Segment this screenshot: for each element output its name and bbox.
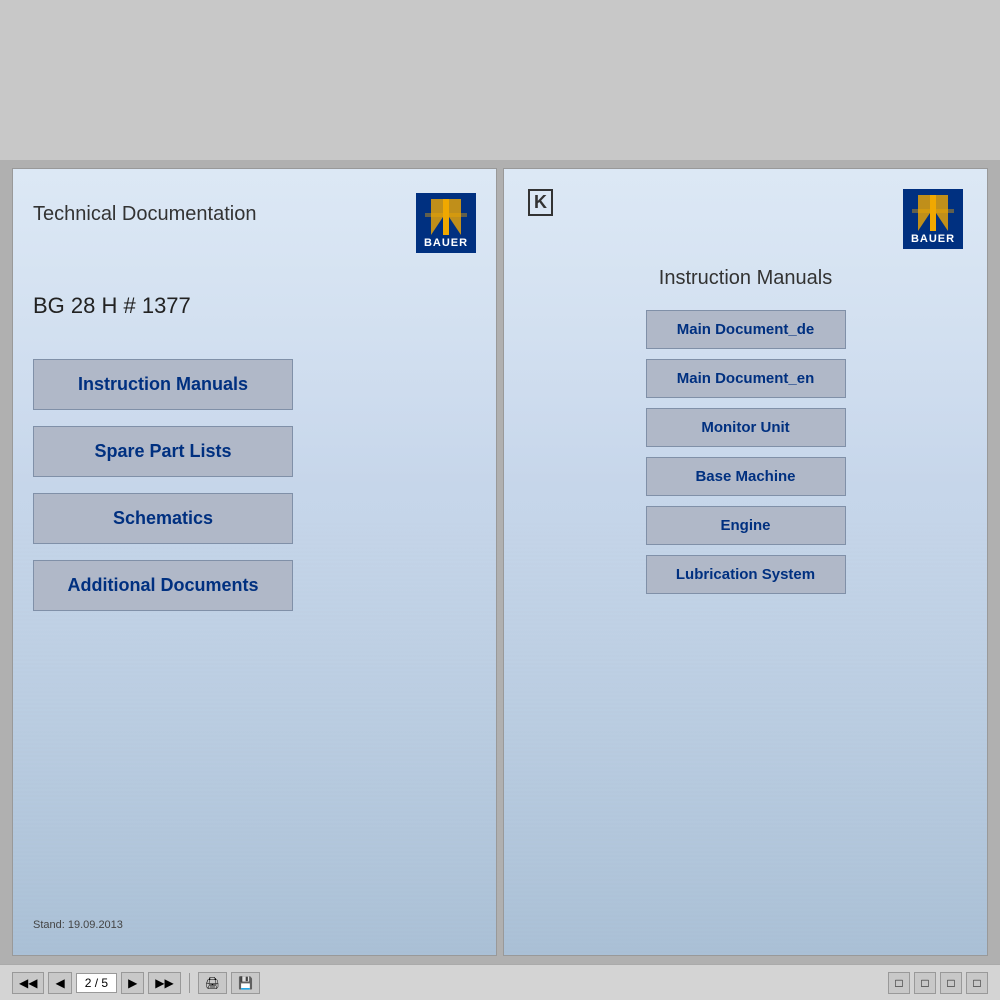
- save-button[interactable]: 💾: [231, 972, 260, 994]
- doc-buttons: Main Document_de Main Document_en Monito…: [528, 310, 963, 594]
- page-footer: Stand: 19.09.2013: [33, 919, 476, 931]
- main-container: Technical Documentation BAUER: [0, 0, 1000, 1000]
- left-page-content: Technical Documentation BAUER: [13, 169, 496, 955]
- schematics-button[interactable]: Schematics: [33, 493, 293, 544]
- bauer-logo-icon-right: [912, 195, 954, 231]
- last-page-button[interactable]: ▶▶: [148, 972, 180, 994]
- view-btn-1[interactable]: □: [888, 972, 910, 994]
- right-header: K BAUER: [528, 189, 963, 249]
- monitor-unit-button[interactable]: Monitor Unit: [646, 408, 846, 447]
- bauer-logo-text-right: BAUER: [911, 233, 955, 245]
- machine-id: BG 28 H # 1377: [33, 293, 476, 319]
- page-indicator: 2 / 5: [76, 973, 117, 993]
- additional-documents-button[interactable]: Additional Documents: [33, 560, 293, 611]
- first-page-button[interactable]: ◀◀: [12, 972, 44, 994]
- bauer-logo-left: BAUER: [416, 193, 476, 253]
- right-page: K BAUER Instru: [503, 168, 988, 956]
- bauer-logo-text-left: BAUER: [424, 237, 468, 249]
- bottom-toolbar: ◀◀ ◀ 2 / 5 ▶ ▶▶ 🖨 💾 □ □ □ □: [0, 964, 1000, 1000]
- main-doc-de-button[interactable]: Main Document_de: [646, 310, 846, 349]
- spare-part-lists-button[interactable]: Spare Part Lists: [33, 426, 293, 477]
- view-btn-2[interactable]: □: [914, 972, 936, 994]
- next-page-button[interactable]: ▶: [121, 972, 144, 994]
- bauer-logo-right: BAUER: [903, 189, 963, 249]
- left-page: Technical Documentation BAUER: [12, 168, 497, 956]
- left-header: Technical Documentation BAUER: [33, 193, 476, 253]
- main-doc-en-button[interactable]: Main Document_en: [646, 359, 846, 398]
- view-btn-4[interactable]: □: [966, 972, 988, 994]
- print-button[interactable]: 🖨: [198, 972, 227, 994]
- instruction-manuals-button[interactable]: Instruction Manuals: [33, 359, 293, 410]
- engine-button[interactable]: Engine: [646, 506, 846, 545]
- bauer-logo-icon-left: [425, 199, 467, 235]
- page-title: Technical Documentation: [33, 203, 256, 226]
- view-btn-3[interactable]: □: [940, 972, 962, 994]
- right-page-content: K BAUER Instru: [504, 169, 987, 955]
- collapse-icon[interactable]: K: [528, 189, 553, 216]
- collapse-icon-symbol: K: [534, 192, 547, 212]
- nav-buttons: Instruction Manuals Spare Part Lists Sch…: [33, 359, 476, 611]
- top-bar: [0, 0, 1000, 160]
- content-area: Technical Documentation BAUER: [0, 160, 1000, 964]
- toolbar-separator-1: [189, 973, 190, 993]
- lubrication-system-button[interactable]: Lubrication System: [646, 555, 846, 594]
- base-machine-button[interactable]: Base Machine: [646, 457, 846, 496]
- section-title: Instruction Manuals: [528, 267, 963, 290]
- toolbar-right-buttons: □ □ □ □: [888, 972, 988, 994]
- prev-page-button[interactable]: ◀: [48, 972, 71, 994]
- page-wrapper: Technical Documentation BAUER: [12, 168, 988, 956]
